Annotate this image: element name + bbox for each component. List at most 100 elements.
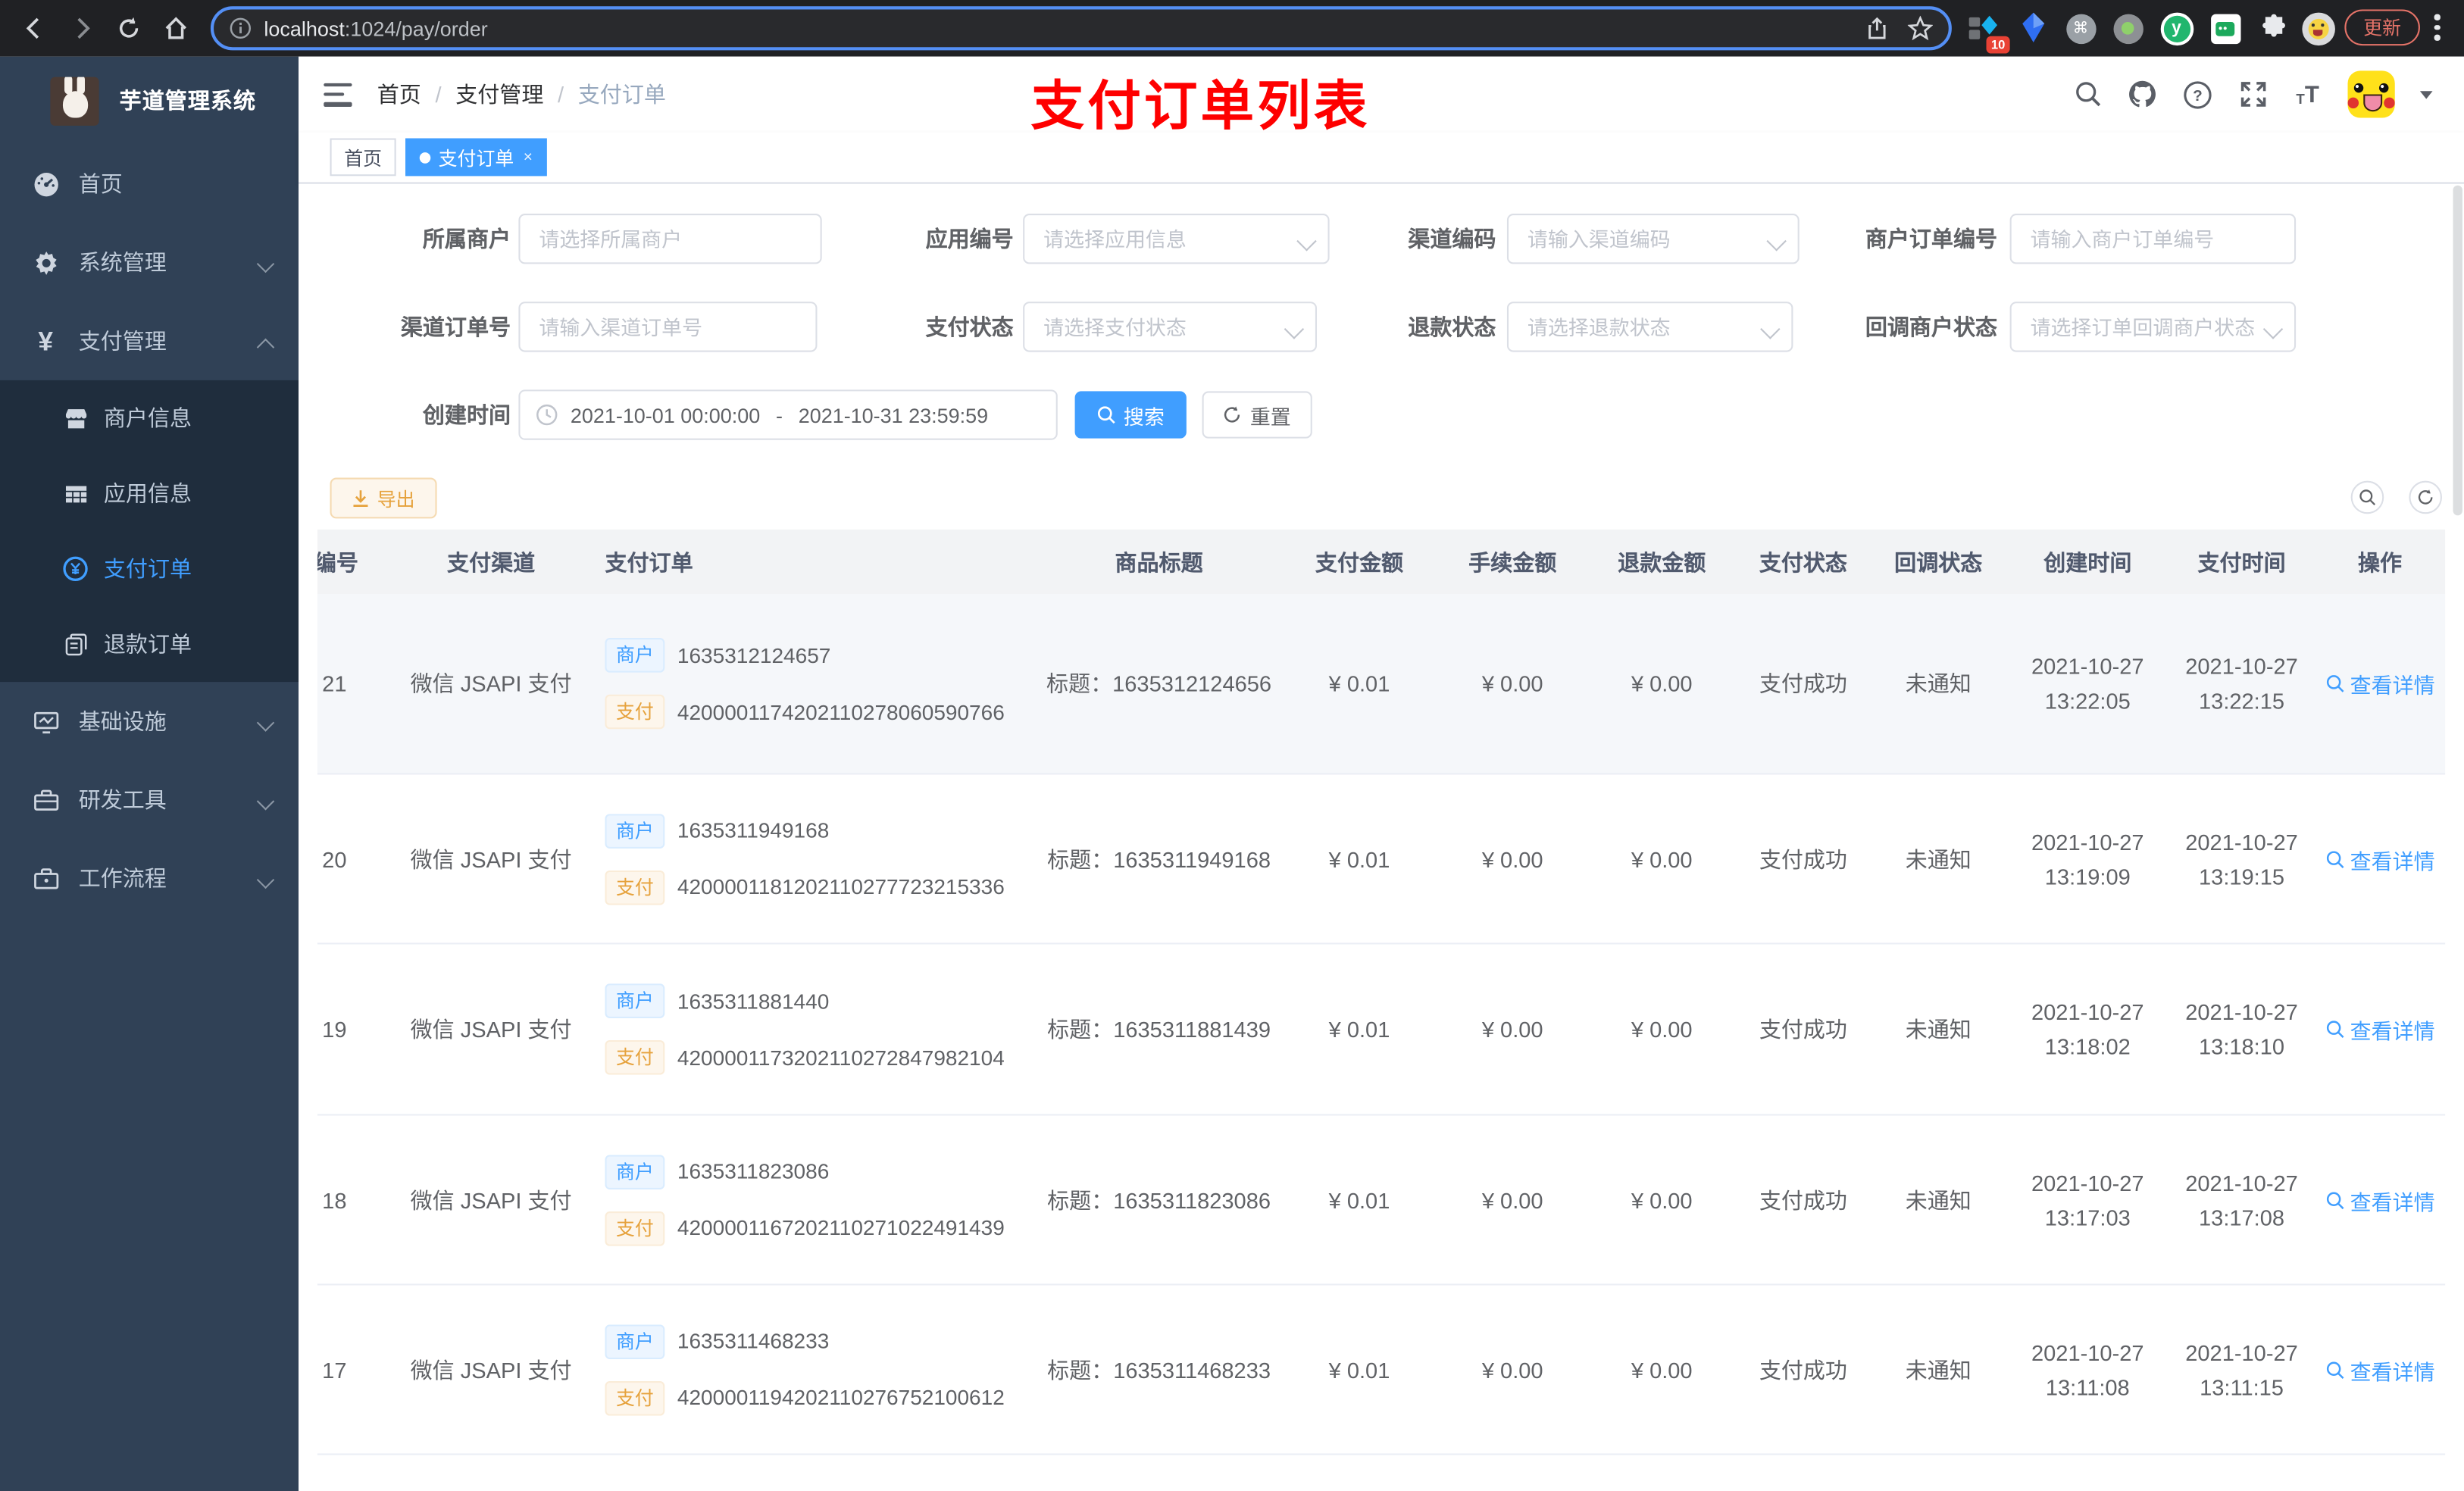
sidebar-item-dev-tools[interactable]: 研发工具 — [0, 761, 299, 839]
sidebar-item-workflow[interactable]: 工作流程 — [0, 839, 299, 918]
font-size-icon[interactable]: TT — [2293, 80, 2322, 109]
svg-text:?: ? — [2193, 86, 2203, 104]
url-host: localhost — [264, 16, 345, 40]
avatar-caret-icon[interactable] — [2419, 90, 2433, 98]
forward-icon[interactable] — [67, 15, 94, 42]
refund-status-select[interactable] — [1506, 302, 1793, 352]
app-logo-row[interactable]: 芋道管理系统 — [0, 57, 299, 145]
dashboard-icon — [31, 170, 59, 198]
reload-icon[interactable] — [114, 15, 141, 42]
reset-button[interactable]: 重置 — [1202, 391, 1312, 439]
pay-tag: 支付 — [605, 694, 665, 730]
tab-home[interactable]: 首页 — [330, 138, 396, 177]
browser-update-button[interactable]: 更新 — [2344, 9, 2420, 46]
sidebar-item-label: 首页 — [78, 171, 123, 197]
sidebar-item-infra[interactable]: 基础设施 — [0, 682, 299, 761]
tab-pay-order[interactable]: 支付订单 × — [405, 138, 547, 177]
filter-label-pay-status: 支付状态 — [925, 314, 1014, 339]
hamburger-icon[interactable] — [324, 82, 352, 106]
browser-menu-icon[interactable] — [2434, 14, 2441, 45]
table-row[interactable]: 17 微信 JSAPI 支付 商户 1635311468233 支付 4200001… — [317, 1285, 2446, 1455]
table-row[interactable]: 20 微信 JSAPI 支付 商户 1635311949168 支付 4200001… — [317, 774, 2446, 945]
callback-status-select[interactable] — [2009, 302, 2297, 352]
table-row[interactable]: 18 微信 JSAPI 支付 商户 1635311823086 支付 4200001… — [317, 1115, 2446, 1286]
sidebar-item-home[interactable]: 首页 — [0, 145, 299, 223]
back-icon[interactable] — [20, 15, 47, 42]
table-row[interactable]: 21 微信 JSAPI 支付 商户 1635312124657 支付 4200001… — [317, 593, 2446, 775]
extension-icon-4[interactable] — [2110, 11, 2145, 46]
site-info-icon[interactable] — [230, 17, 252, 39]
share-icon[interactable] — [1865, 16, 1889, 40]
view-detail-link[interactable]: 查看详情 — [2325, 843, 2435, 874]
date-start[interactable]: 2021-10-01 00:00:00 — [571, 403, 760, 427]
sidebar-item-pay-order[interactable]: 支付订单 — [0, 531, 299, 607]
yen-icon: ¥ — [38, 326, 53, 356]
table-search-toggle[interactable] — [2350, 480, 2384, 514]
sidebar-item-label: 退款订单 — [103, 631, 192, 657]
document-icon — [63, 632, 88, 657]
extensions-puzzle-icon[interactable] — [2256, 11, 2291, 46]
sidebar-item-merchant-info[interactable]: 商户信息 — [0, 380, 299, 456]
search-icon[interactable] — [2073, 80, 2103, 109]
toolbox-icon — [31, 786, 59, 814]
breadcrumb-section[interactable]: 支付管理 — [455, 79, 543, 110]
breadcrumb: 首页 / 支付管理 / 支付订单 — [377, 79, 666, 110]
breadcrumb-current: 支付订单 — [577, 81, 666, 108]
chevron-down-icon — [259, 792, 275, 808]
export-button[interactable]: 导出 — [330, 477, 437, 519]
user-avatar[interactable] — [2347, 70, 2395, 118]
view-detail-link[interactable]: 查看详情 — [2325, 1354, 2435, 1385]
date-end[interactable]: 2021-10-31 23:59:59 — [799, 403, 988, 427]
gear-icon — [31, 248, 59, 277]
extension-icon-5[interactable]: y — [2159, 11, 2194, 46]
channel-code-select[interactable] — [1506, 214, 1800, 264]
pay-submenu: 商户信息 应用信息 支付订单 退款订单 — [0, 380, 299, 683]
breadcrumb-home[interactable]: 首页 — [377, 79, 421, 110]
download-icon — [353, 489, 368, 506]
table-row[interactable]: 商户1635311951796 — [317, 1455, 2446, 1491]
view-detail-link[interactable]: 查看详情 — [2325, 667, 2435, 699]
refresh-icon — [1224, 406, 1241, 423]
pay-tag: 支付 — [605, 1211, 665, 1246]
merchant-tag: 商户 — [605, 638, 665, 673]
view-detail-link[interactable]: 查看详情 — [2325, 1014, 2435, 1045]
merchant-tag: 商户 — [605, 1324, 665, 1358]
grid-icon — [63, 481, 88, 506]
address-bar[interactable]: localhost:1024/pay/order — [210, 6, 1952, 51]
sidebar-item-label: 系统管理 — [78, 249, 167, 275]
view-detail-link[interactable]: 查看详情 — [2325, 1184, 2435, 1215]
extension-icon-3[interactable]: ⌘ — [2063, 11, 2098, 46]
sidebar-item-label: 工作流程 — [78, 865, 167, 891]
sidebar-item-label: 支付管理 — [78, 328, 167, 354]
extension-icon-6[interactable] — [2208, 11, 2243, 46]
table-header-row: 编号 支付渠道 支付订单 商品标题 支付金额 手续金额 退款金额 支付状态 回调… — [317, 529, 2446, 594]
fullscreen-icon[interactable] — [2237, 80, 2267, 109]
sidebar-item-system[interactable]: 系统管理 — [0, 223, 299, 302]
yen-circle-icon — [63, 556, 88, 581]
bookmark-star-icon[interactable] — [1907, 15, 1933, 41]
chevron-up-icon — [259, 333, 275, 349]
table-refresh-button[interactable] — [2409, 480, 2442, 514]
main-content: 所属商户 应用编号 渠道编码 商户订单编号 渠道订单号 支付状态 退款状态 回调… — [299, 183, 2464, 1491]
github-icon[interactable] — [2128, 80, 2157, 109]
pay-order-table: 编号 支付渠道 支付订单 商品标题 支付金额 手续金额 退款金额 支付状态 回调… — [317, 529, 2446, 1491]
sidebar-item-refund-order[interactable]: 退款订单 — [0, 607, 299, 683]
url-path: :1024/pay/order — [344, 16, 488, 40]
table-row[interactable]: 19 微信 JSAPI 支付 商户 1635311881440 支付 4200001… — [317, 944, 2446, 1116]
merchant-order-no-input[interactable] — [2009, 214, 2297, 264]
sidebar-item-app-info[interactable]: 应用信息 — [0, 455, 299, 531]
extension-icon-2[interactable] — [2016, 11, 2051, 46]
merchant-tag: 商户 — [605, 983, 665, 1018]
close-icon[interactable]: × — [524, 148, 533, 166]
search-button[interactable]: 搜索 — [1074, 391, 1187, 439]
magnifier-icon — [2325, 675, 2344, 692]
profile-avatar-icon[interactable] — [2300, 11, 2335, 46]
page-scrollbar[interactable] — [2453, 63, 2462, 1485]
sidebar-item-pay[interactable]: ¥ 支付管理 — [0, 302, 299, 380]
merchant-tag: 商户 — [605, 813, 665, 848]
filter-label-merchant: 所属商户 — [422, 226, 511, 252]
home-icon[interactable] — [162, 15, 189, 42]
extension-icon-1[interactable]: 10 — [1966, 11, 2010, 54]
create-time-range-picker[interactable]: 2021-10-01 00:00:00 - 2021-10-31 23:59:5… — [518, 389, 1058, 440]
help-icon[interactable]: ? — [2183, 80, 2212, 109]
